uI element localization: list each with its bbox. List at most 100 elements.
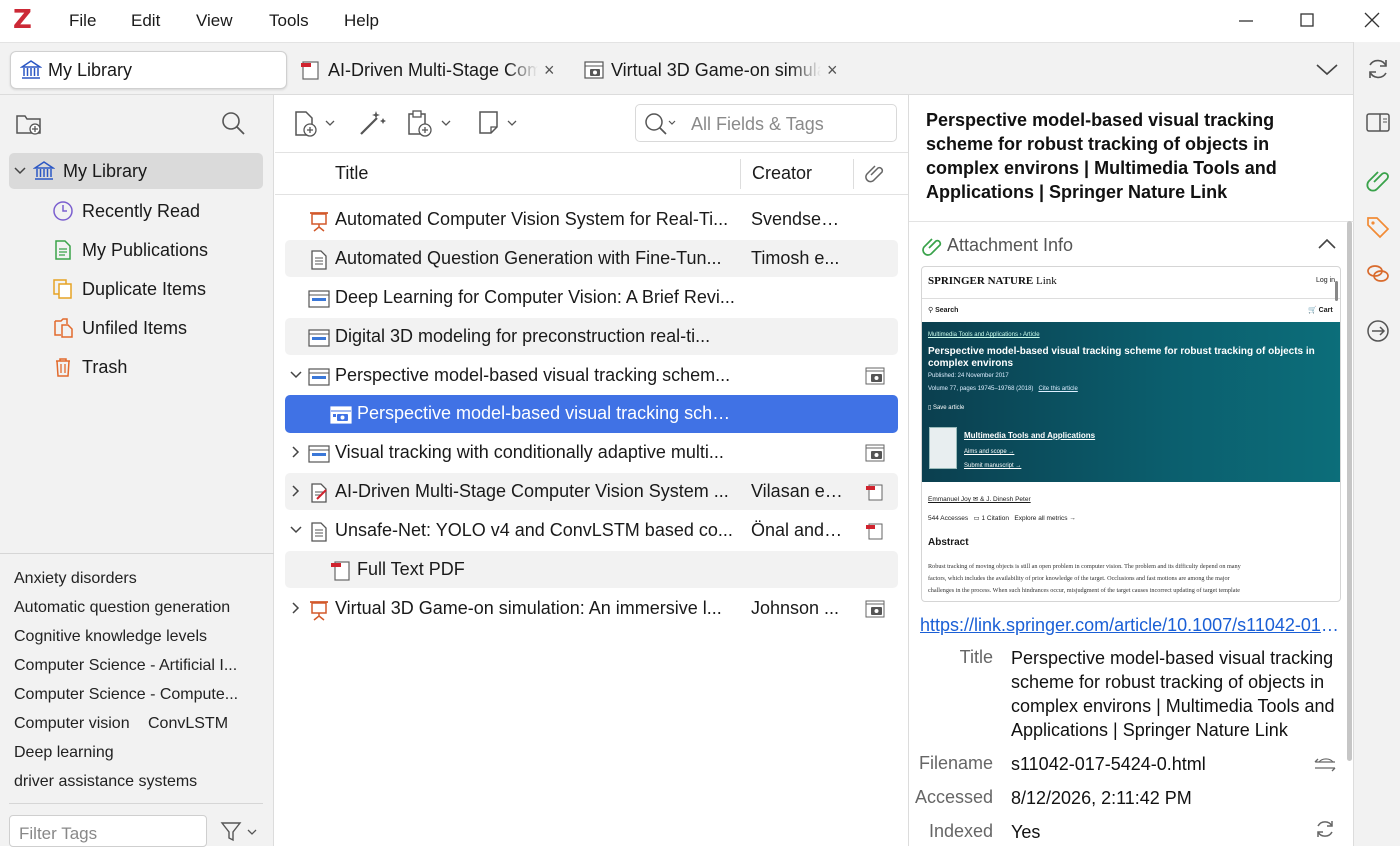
tag-filter-icon[interactable] — [220, 821, 260, 843]
item-row-selected[interactable]: Perspective model-based visual tracking … — [285, 395, 898, 433]
menu-tools[interactable]: Tools — [269, 11, 309, 31]
field-value-title[interactable]: Perspective model-based visual tracking … — [1011, 646, 1337, 742]
tag[interactable]: Cognitive knowledge levels — [14, 628, 207, 646]
collection-my-library[interactable]: My Library — [9, 153, 263, 189]
column-title[interactable]: Title — [335, 163, 368, 184]
trash-icon — [52, 356, 74, 378]
new-item-icon[interactable] — [293, 109, 337, 139]
new-collection-icon[interactable] — [15, 111, 43, 137]
tag[interactable]: Anxiety disorders — [14, 570, 137, 588]
tag[interactable]: Deep learning — [14, 744, 114, 762]
item-row[interactable]: Unsafe-Net: YOLO v4 and ConvLSTM based c… — [285, 512, 898, 549]
item-row[interactable]: AI-Driven Multi-Stage Computer Vision Sy… — [285, 473, 898, 510]
field-value-indexed: Yes — [1011, 822, 1041, 842]
menu-help[interactable]: Help — [344, 11, 379, 31]
item-row[interactable]: Automated Question Generation with Fine-… — [285, 240, 898, 277]
pdf-attachment-icon[interactable] — [865, 522, 885, 540]
add-attachment-icon[interactable] — [407, 109, 453, 139]
tag[interactable]: driver assistance systems — [14, 773, 197, 791]
close-tab-icon[interactable]: × — [827, 60, 838, 81]
tag[interactable]: Automatic question generation — [14, 599, 230, 617]
search-input[interactable]: All Fields & Tags — [691, 114, 824, 135]
snapshot-icon — [583, 59, 605, 81]
tag[interactable]: Computer Science - Artificial I... — [14, 657, 237, 675]
search-icon[interactable] — [644, 112, 684, 136]
item-row[interactable]: Perspective model-based visual tracking … — [285, 357, 898, 394]
preview-abstract-line: factors, which includes the availability… — [928, 575, 1230, 582]
item-pane-scrollbar[interactable] — [1347, 221, 1352, 761]
attachment-url-link[interactable]: https://link.springer.com/article/10.100… — [920, 615, 1345, 636]
chevron-right-icon[interactable] — [288, 483, 304, 499]
preview-volume: Volume 77, pages 19745–19768 (2018) Cite… — [928, 386, 1078, 392]
snapshot-preview[interactable]: SPRINGER NATURE Link Log in ⚲ Search 🛒 C… — [921, 266, 1341, 602]
preprint-icon — [300, 59, 322, 81]
rename-file-icon[interactable] — [1313, 754, 1337, 776]
tags-section-icon[interactable] — [1365, 214, 1391, 240]
chevron-right-icon[interactable] — [288, 444, 304, 460]
maximize-icon[interactable] — [1294, 8, 1320, 34]
menu-view[interactable]: View — [196, 11, 233, 31]
collection-trash[interactable]: Trash — [52, 349, 127, 385]
preview-scrollbar[interactable] — [1335, 281, 1338, 301]
webpage-icon — [308, 288, 330, 310]
preview-save: ▯ Save article — [928, 405, 965, 411]
attachment-section-icon[interactable] — [1365, 166, 1391, 192]
attachments-column-icon[interactable] — [864, 162, 886, 184]
field-value-filename[interactable]: s11042-017-5424-0.html — [1011, 752, 1206, 776]
clock-icon — [52, 200, 74, 222]
related-section-icon[interactable] — [1365, 260, 1391, 286]
presentation-icon — [308, 210, 330, 232]
tag[interactable]: Computer Science - Compute... — [14, 686, 238, 704]
tab-virtual-3d[interactable]: Virtual 3D Game-on simula × — [583, 51, 845, 89]
pdf-attachment-icon[interactable] — [865, 483, 885, 501]
chevron-down-icon[interactable] — [13, 164, 27, 178]
filter-tags-input[interactable]: Filter Tags — [9, 815, 207, 847]
close-tab-icon[interactable]: × — [544, 60, 555, 81]
chevron-down-icon[interactable] — [288, 522, 304, 538]
chevron-down-icon[interactable] — [288, 367, 304, 383]
item-creator: Önal and ... — [751, 520, 843, 540]
collection-unfiled-items[interactable]: Unfiled Items — [52, 310, 187, 346]
webpage-icon — [308, 327, 330, 349]
snapshot-attachment-icon[interactable] — [865, 367, 885, 385]
items-search-box[interactable]: All Fields & Tags — [635, 104, 897, 142]
item-row[interactable]: Deep Learning for Computer Vision: A Bri… — [285, 279, 898, 316]
preview-submit: Submit manuscript → — [964, 463, 1022, 469]
item-row[interactable]: Full Text PDF — [285, 551, 898, 588]
collection-my-publications[interactable]: My Publications — [52, 232, 208, 268]
chevron-up-icon[interactable] — [1316, 236, 1338, 252]
attachment-info-header[interactable]: Attachment Info — [909, 221, 1354, 267]
menu-edit[interactable]: Edit — [131, 11, 160, 31]
item-row[interactable]: Automated Computer Vision System for Rea… — [285, 201, 898, 238]
menu-file[interactable]: File — [69, 11, 96, 31]
column-creator[interactable]: Creator — [752, 163, 812, 184]
item-title: Unsafe-Net: YOLO v4 and ConvLSTM based c… — [335, 520, 733, 540]
webpage-icon — [308, 443, 330, 465]
close-window-icon[interactable] — [1359, 8, 1385, 34]
toggle-item-pane-icon[interactable] — [1365, 110, 1391, 136]
snapshot-attachment-icon[interactable] — [865, 600, 885, 618]
chevron-right-icon[interactable] — [288, 600, 304, 616]
tab-my-library[interactable]: My Library — [10, 51, 287, 89]
tab-label: My Library — [48, 59, 133, 80]
collection-recently-read[interactable]: Recently Read — [52, 193, 200, 229]
item-title: Automated Question Generation with Fine-… — [335, 248, 722, 268]
item-row[interactable]: Digital 3D modeling for preconstruction … — [285, 318, 898, 355]
tab-ai-driven[interactable]: AI-Driven Multi-Stage Com × — [300, 51, 562, 89]
field-label-indexed: Indexed — [928, 821, 993, 841]
item-row[interactable]: Visual tracking with conditionally adapt… — [285, 434, 898, 471]
new-note-icon[interactable] — [477, 109, 521, 139]
reindex-icon[interactable] — [1314, 818, 1336, 840]
minimize-icon[interactable] — [1233, 8, 1259, 34]
collection-label: Duplicate Items — [82, 278, 207, 299]
locate-icon[interactable] — [1365, 318, 1391, 344]
tab-list-chevron-icon[interactable] — [1314, 58, 1340, 80]
tag[interactable]: ConvLSTM — [148, 715, 228, 733]
magic-wand-icon[interactable] — [357, 108, 387, 138]
item-row[interactable]: Virtual 3D Game-on simulation: An immers… — [285, 590, 898, 627]
collection-search-icon[interactable] — [220, 110, 246, 136]
sync-icon[interactable] — [1365, 56, 1391, 82]
collection-duplicate-items[interactable]: Duplicate Items — [52, 271, 206, 307]
snapshot-attachment-icon[interactable] — [865, 444, 885, 462]
tag[interactable]: Computer vision — [14, 715, 130, 733]
